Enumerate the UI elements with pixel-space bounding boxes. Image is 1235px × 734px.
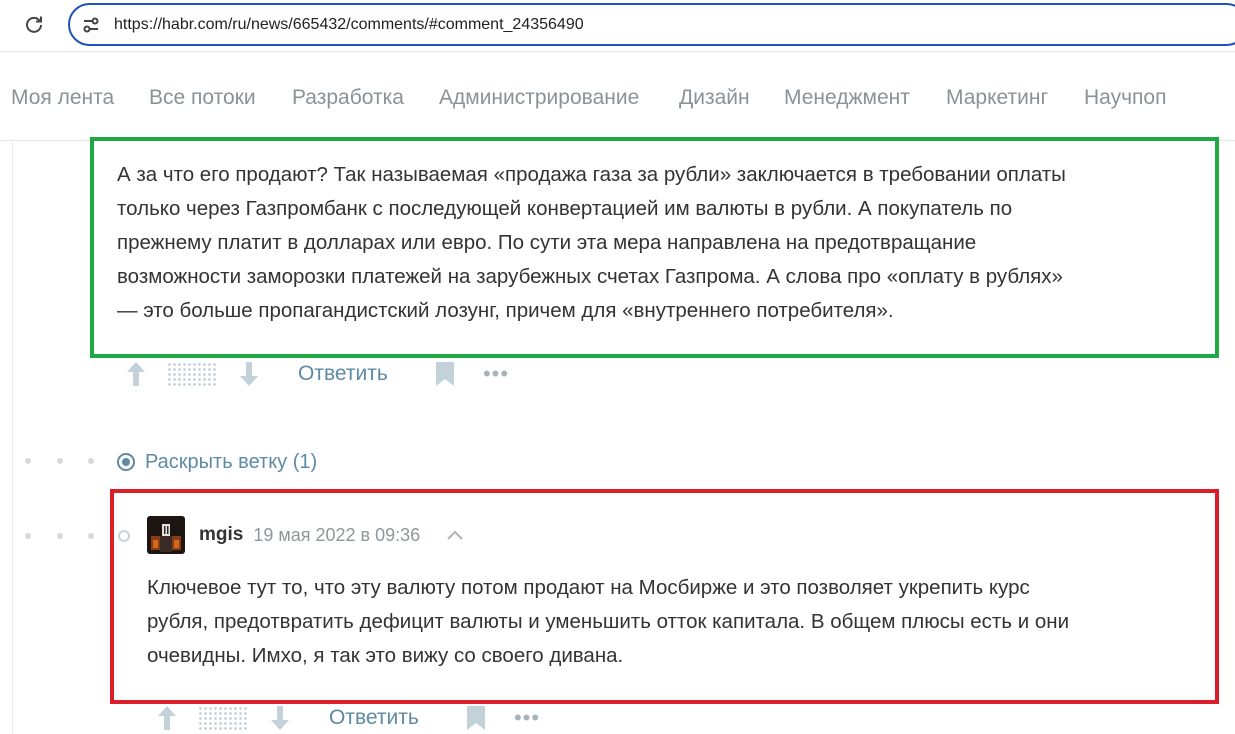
nav-item-development[interactable]: Разработка [292,86,404,110]
expand-thread-label: Раскрыть ветку (1) [145,450,318,473]
thread-level-dot [25,458,31,464]
browser-toolbar: https://habr.com/ru/news/665432/comments… [0,0,1235,52]
nav-item-design[interactable]: Дизайн [679,86,750,110]
nav-item-my-feed[interactable]: Моя лента [11,86,114,110]
url-text[interactable]: https://habr.com/ru/news/665432/comments… [114,16,584,34]
more-icon[interactable]: ••• [511,703,543,733]
comment-actions: Ответить ••• [153,703,553,733]
highlight-box-green [90,137,1219,358]
nav-item-management[interactable]: Менеджмент [784,86,910,110]
address-bar[interactable]: https://habr.com/ru/news/665432/comments… [68,3,1235,46]
rating-score [166,359,218,389]
thread-level-dot [57,458,63,464]
thread-level-dot [88,533,94,539]
nav-item-popsci[interactable]: Научпоп [1084,86,1166,110]
thread-level-dot [57,533,63,539]
nav-item-marketing[interactable]: Маркетинг [946,86,1048,110]
expand-thread-button[interactable]: Раскрыть ветку (1) [117,449,317,475]
nav-item-all-streams[interactable]: Все потоки [149,86,256,110]
reply-button[interactable]: Ответить [329,703,419,733]
comment-actions: Ответить ••• [122,359,522,389]
arrow-up-icon[interactable] [122,359,150,389]
reply-button[interactable]: Ответить [298,359,388,389]
arrow-up-icon[interactable] [153,703,181,733]
reload-icon[interactable] [22,12,46,36]
site-info-icon[interactable] [80,14,102,36]
bookmark-icon[interactable] [433,359,457,389]
more-icon[interactable]: ••• [480,359,512,389]
thread-level-dot [88,458,94,464]
arrow-down-icon[interactable] [235,359,263,389]
target-icon [117,453,135,471]
bookmark-icon[interactable] [464,703,488,733]
arrow-down-icon[interactable] [266,703,294,733]
habr-nav: Моя лента Все потоки Разработка Админист… [0,52,1235,141]
thread-level-dot [25,533,31,539]
highlight-box-red [110,489,1219,704]
nav-item-administration[interactable]: Администрирование [439,86,639,110]
rating-score [197,703,249,733]
